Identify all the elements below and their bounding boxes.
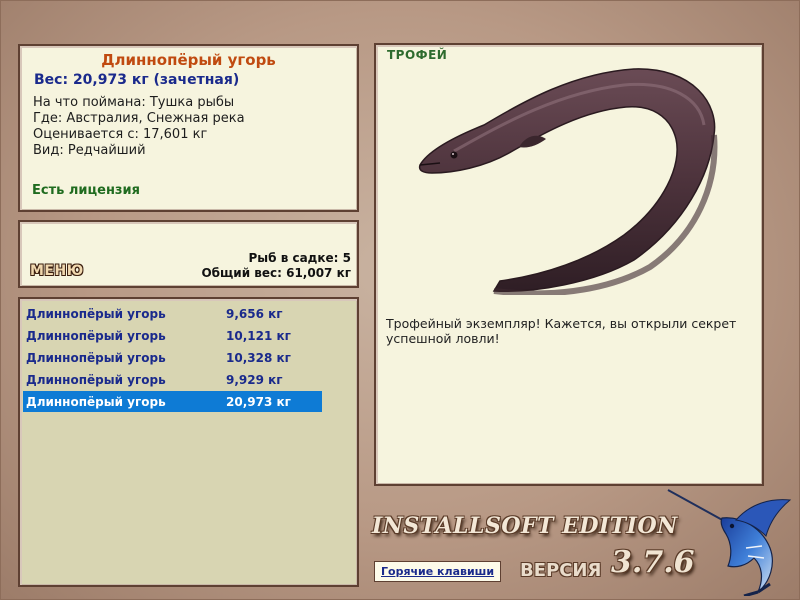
- fish-min-weight: Оценивается с: 17,601 кг: [33, 127, 208, 142]
- catch-item-name: Длиннопёрый угорь: [26, 307, 166, 321]
- eel-image: [418, 68, 718, 295]
- catch-item-name: Длиннопёрый угорь: [26, 395, 166, 409]
- hotkeys-button[interactable]: Горячие клавиши: [374, 561, 502, 582]
- version-label: ВЕРСИЯ: [520, 560, 602, 581]
- fish-bait: На что поймана: Тушка рыбы: [33, 95, 235, 110]
- fish-location: Где: Австралия, Снежная река: [33, 111, 245, 126]
- catch-list-item-selected[interactable]: Длиннопёрый угорь 20,973 кг: [23, 391, 322, 412]
- catch-list-item[interactable]: Длиннопёрый угорь 10,328 кг: [23, 347, 322, 368]
- catch-list-item[interactable]: Длиннопёрый угорь 10,121 кг: [23, 325, 322, 346]
- catch-item-name: Длиннопёрый угорь: [26, 373, 166, 387]
- trophy-description: Трофейный экземпляр! Кажется, вы открыли…: [386, 316, 737, 346]
- fish-info-panel: Длиннопёрый угорь Вес: 20,973 кг (зачетн…: [18, 44, 359, 212]
- menu-button[interactable]: МЕНЮ: [30, 263, 84, 279]
- trophy-panel: ТРОФЕЙ Трофейный экземпляр! Кажется, вы …: [374, 43, 764, 486]
- fish-name: Длиннопёрый угорь: [101, 51, 276, 69]
- catch-list-item[interactable]: Длиннопёрый угорь 9,929 кг: [23, 369, 322, 390]
- cage-panel: МЕНЮ Рыб в садке: 5 Общий вес: 61,007 кг: [18, 220, 359, 288]
- catch-item-weight: 9,929 кг: [226, 373, 283, 387]
- brand-title: INSTALLSOFT EDITION: [372, 513, 678, 539]
- cage-total-weight: Общий вес: 61,007 кг: [201, 266, 351, 280]
- catch-item-name: Длиннопёрый угорь: [26, 351, 166, 365]
- catch-list: Длиннопёрый угорь 9,656 кг Длиннопёрый у…: [18, 297, 359, 587]
- fish-rarity: Вид: Редчайший: [33, 143, 146, 158]
- catch-item-weight: 9,656 кг: [226, 307, 283, 321]
- fish-weight: Вес: 20,973 кг (зачетная): [34, 72, 240, 88]
- catch-item-name: Длиннопёрый угорь: [26, 329, 166, 343]
- catch-item-weight: 10,121 кг: [226, 329, 291, 343]
- catch-item-weight: 20,973 кг: [226, 395, 291, 409]
- marlin-icon: [667, 489, 792, 596]
- catch-list-item[interactable]: Длиннопёрый угорь 9,656 кг: [23, 303, 322, 324]
- cage-count: Рыб в садке: 5: [248, 251, 352, 265]
- license-status: Есть лицензия: [32, 183, 140, 198]
- catch-item-weight: 10,328 кг: [226, 351, 291, 365]
